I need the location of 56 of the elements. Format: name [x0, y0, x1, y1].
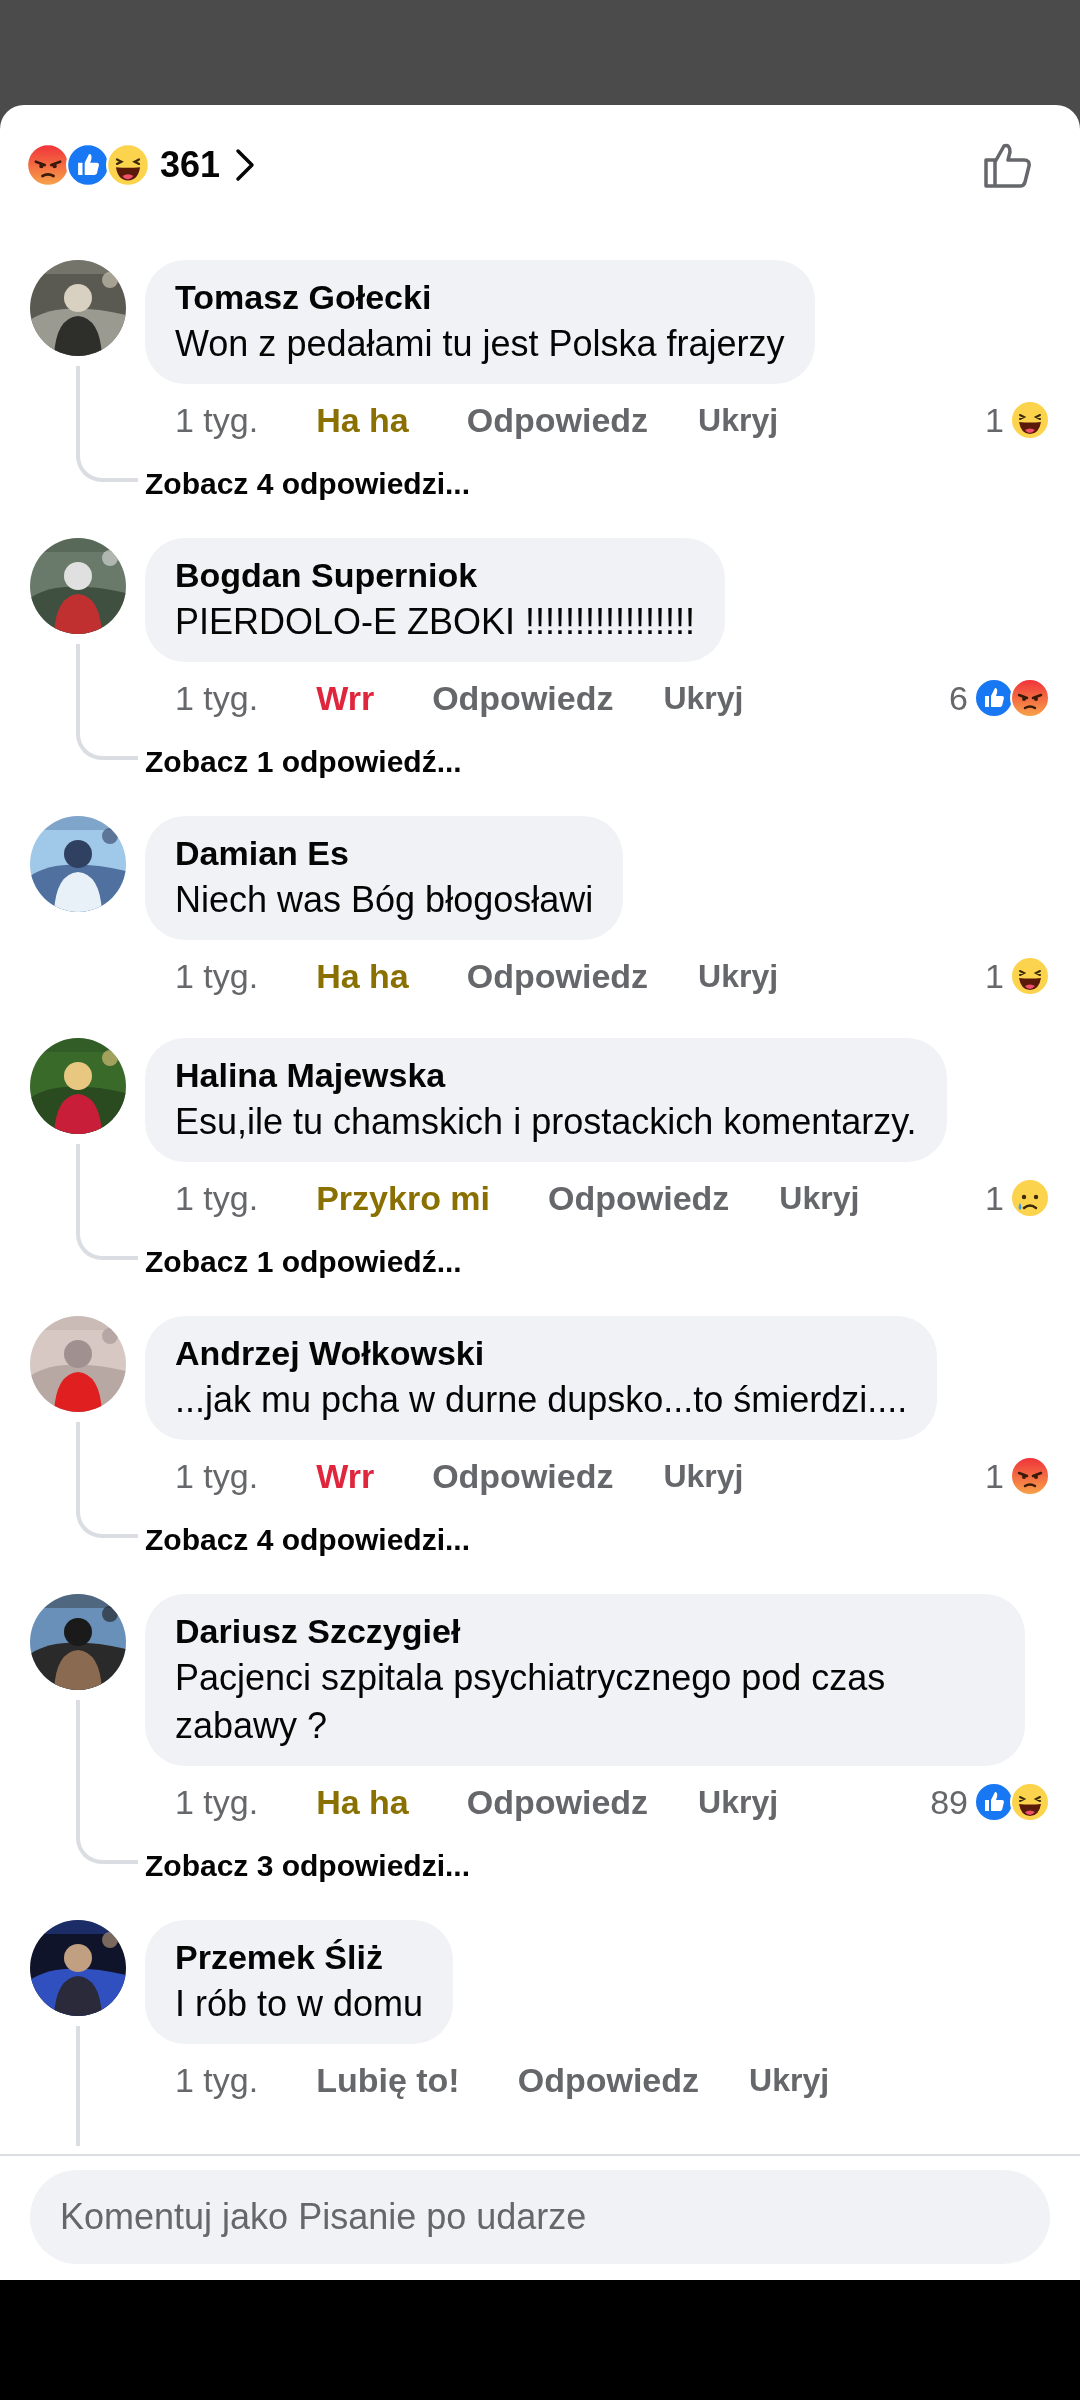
chevron-right-icon[interactable] [234, 147, 257, 183]
react-button[interactable]: Przykro mi [316, 1172, 491, 1224]
comment-time: 1 tyg. [175, 1455, 259, 1497]
comment-text: PIERDOLO-E ZBOKI !!!!!!!!!!!!!!!!! [175, 600, 696, 644]
hide-button[interactable]: Ukryj [663, 1452, 744, 1500]
comment-text: I rób to w domu [175, 1982, 424, 2026]
reply-button[interactable]: Odpowiedz [548, 1172, 730, 1224]
comment-time: 1 tyg. [175, 1781, 259, 1823]
hide-button[interactable]: Ukryj [663, 674, 744, 722]
reply-button[interactable]: Odpowiedz [517, 2054, 700, 2106]
comment-time: 1 tyg. [175, 1177, 259, 1219]
reaction-count[interactable]: 1 [985, 1172, 1004, 1224]
hide-button[interactable]: Ukryj [698, 1778, 779, 1826]
comment-text: Won z pedałami tu jest Polska frajerzy [175, 322, 785, 366]
author-name[interactable]: Dariusz Szczygieł [175, 1608, 995, 1654]
author-name[interactable]: Halina Majewska [175, 1052, 917, 1098]
reaction-total[interactable]: 361 [160, 138, 221, 192]
author-name[interactable]: Tomasz Gołecki [175, 274, 785, 320]
comment-input[interactable]: Komentuj jako Pisanie po udarze [30, 2170, 1050, 2264]
comment-time: 1 tyg. [175, 955, 259, 997]
react-button[interactable]: Ha ha [316, 950, 409, 1002]
react-button[interactable]: Ha ha [316, 1776, 409, 1828]
reaction-count[interactable]: 1 [985, 950, 1004, 1002]
view-replies-link[interactable]: Zobacz 3 odpowiedzi... [145, 1838, 471, 1894]
react-button[interactable]: Ha ha [316, 394, 409, 446]
reply-button[interactable]: Odpowiedz [432, 1450, 614, 1502]
react-button[interactable]: Wrr [316, 672, 375, 724]
comment-text: Niech was Bóg błogosławi [175, 878, 594, 922]
comment-text: ...jak mu pcha w durne dupsko...to śmierdzi.... [175, 1378, 908, 1422]
reaction-count[interactable]: 6 [949, 672, 968, 724]
react-button[interactable]: Wrr [316, 1450, 375, 1502]
hide-button[interactable]: Ukryj [698, 396, 779, 444]
comment-time: 1 tyg. [175, 677, 259, 719]
comment-text: Esu,ile tu chamskich i prostackich komentarzy. [175, 1100, 917, 1144]
hide-button[interactable]: Ukryj [779, 1174, 860, 1222]
hide-button[interactable]: Ukryj [698, 952, 779, 1000]
hide-button[interactable]: Ukryj [749, 2056, 830, 2104]
view-replies-link[interactable]: Zobacz 4 odpowiedzi... [145, 456, 471, 512]
author-name[interactable]: Damian Es [175, 830, 594, 876]
reaction-count[interactable]: 1 [985, 394, 1004, 446]
author-name[interactable]: Przemek Śliż [175, 1934, 424, 1980]
view-replies-link[interactable]: Zobacz 4 odpowiedzi... [145, 1512, 471, 1568]
view-replies-link[interactable]: Zobacz 1 odpowiedź... [145, 1234, 462, 1290]
reply-button[interactable]: Odpowiedz [466, 1776, 649, 1828]
author-name[interactable]: Andrzej Wołkowski [175, 1330, 908, 1376]
comment-text: Pacjenci szpitala psychiatrycznego pod czas zabawy ? [175, 1656, 887, 1748]
reaction-count[interactable]: 1 [985, 1450, 1004, 1502]
reply-button[interactable]: Odpowiedz [466, 950, 649, 1002]
comment-time: 1 tyg. [175, 2059, 259, 2101]
author-name[interactable]: Bogdan Superniok [175, 552, 696, 598]
reaction-count[interactable]: 89 [930, 1776, 968, 1828]
reply-button[interactable]: Odpowiedz [466, 394, 649, 446]
reply-button[interactable]: Odpowiedz [432, 672, 614, 724]
comment-time: 1 tyg. [175, 399, 259, 441]
react-button[interactable]: Lubię to! [316, 2054, 460, 2106]
view-replies-link[interactable]: Zobacz 1 odpowiedź... [145, 734, 462, 790]
